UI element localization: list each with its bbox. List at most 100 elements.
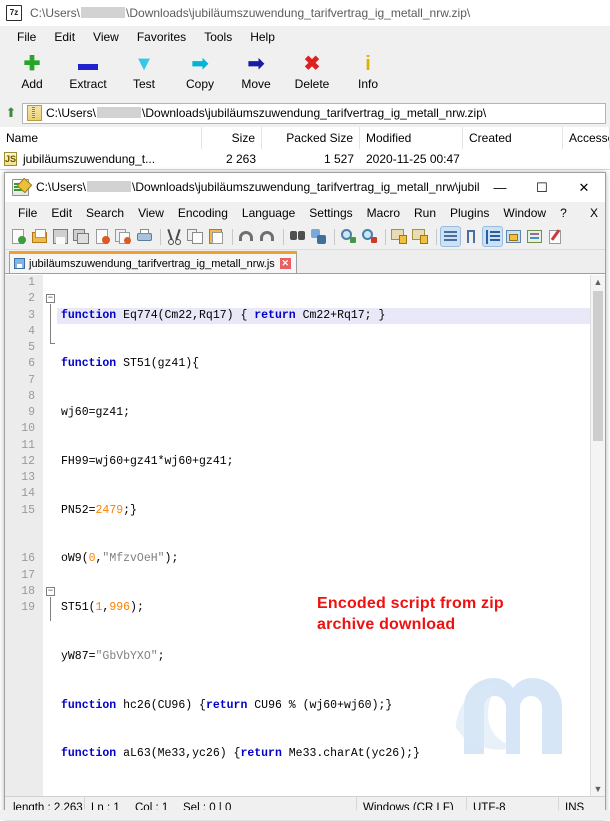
code-line-7: ST51(1,996);	[57, 600, 591, 616]
function-list-icon[interactable]	[546, 227, 565, 246]
sync-vertical-scroll-icon[interactable]	[390, 227, 409, 246]
npp-menu-plugins[interactable]: Plugins	[443, 204, 496, 222]
redo-icon[interactable]	[258, 227, 277, 246]
sevenzip-menubar: File Edit View Favorites Tools Help	[0, 26, 610, 48]
column-header-created[interactable]: Created	[463, 127, 563, 149]
fold-tail	[50, 343, 55, 344]
toolbar-move-button[interactable]: ➡ Move	[228, 48, 284, 92]
column-header-name[interactable]: Name	[0, 127, 202, 149]
toolbar-test-label: Test	[116, 77, 172, 92]
fold-bar	[50, 304, 51, 343]
column-header-size[interactable]: Size	[202, 127, 262, 149]
scroll-down-icon[interactable]: ▼	[591, 782, 605, 796]
replace-icon[interactable]	[309, 227, 328, 246]
paste-icon[interactable]	[207, 227, 226, 246]
indent-guide-icon[interactable]	[483, 227, 502, 246]
tab-close-icon[interactable]: ✕	[280, 258, 291, 269]
arrow-right-solid-icon: ➡	[228, 51, 284, 77]
column-header-packed-size[interactable]: Packed Size	[262, 127, 360, 149]
menu-view[interactable]: View	[84, 28, 128, 46]
find-icon[interactable]	[288, 227, 307, 246]
bottom-horizontal-scrollbar[interactable]	[0, 810, 610, 820]
npp-menu-encoding[interactable]: Encoding	[171, 204, 235, 222]
npp-menu-language[interactable]: Language	[235, 204, 302, 222]
minus-bar-icon: ▬	[60, 51, 116, 77]
code-text[interactable]: function Eq774(Cm22,Rq17) { return Cm22+…	[57, 275, 591, 796]
maximize-button[interactable]: ☐	[521, 174, 563, 201]
sevenzip-title-suffix: \Downloads\jubiläumszuwendung_tarifvertr…	[126, 6, 470, 20]
line-number: 19	[5, 600, 43, 616]
menu-tools[interactable]: Tools	[195, 28, 241, 46]
fold-collapse-icon[interactable]: −	[46, 294, 55, 303]
toolbar-extract-button[interactable]: ▬ Extract	[60, 48, 116, 92]
fold-collapse-icon-2[interactable]: −	[46, 587, 55, 596]
user-defined-language-icon[interactable]	[504, 227, 523, 246]
sync-horizontal-scroll-icon[interactable]	[411, 227, 430, 246]
code-line-8: yW87="GbVbYXO";	[57, 649, 591, 665]
npp-menu-settings[interactable]: Settings	[302, 204, 359, 222]
code-editor[interactable]: 1 2 3 4 5 6 7 8 9 10 11 12 13 14 15 16 1…	[5, 274, 605, 796]
minimize-button[interactable]: —	[479, 174, 521, 201]
document-close-icon[interactable]: X	[583, 204, 605, 222]
redacted-username	[81, 7, 125, 18]
close-button[interactable]: ✕	[563, 174, 605, 201]
code-line-9: function hc26(CU96) {return CU96 % (wj60…	[57, 698, 591, 714]
cut-icon[interactable]	[165, 227, 184, 246]
npp-menu-file[interactable]: File	[11, 204, 44, 222]
menu-file[interactable]: File	[8, 28, 45, 46]
zoom-out-icon[interactable]	[360, 227, 379, 246]
line-number: 17	[5, 568, 43, 584]
line-number-gutter: 1 2 3 4 5 6 7 8 9 10 11 12 13 14 15 16 1…	[5, 275, 44, 796]
column-header-modified[interactable]: Modified	[360, 127, 463, 149]
toolbar-test-button[interactable]: ▼ Test	[116, 48, 172, 92]
npp-menu-view[interactable]: View	[131, 204, 171, 222]
save-all-icon[interactable]	[72, 227, 91, 246]
npp-menu-window[interactable]: Window	[496, 204, 553, 222]
column-header-accessed[interactable]: Accesse	[563, 127, 610, 149]
word-wrap-icon[interactable]	[441, 227, 460, 246]
toolbar-extract-label: Extract	[60, 77, 116, 92]
toolbar-add-button[interactable]: ✚ Add	[4, 48, 60, 92]
zoom-in-icon[interactable]	[339, 227, 358, 246]
scroll-up-icon[interactable]: ▲	[591, 275, 605, 289]
npp-menu-search[interactable]: Search	[79, 204, 131, 222]
line-number: 9	[5, 405, 43, 421]
toolbar-copy-button[interactable]: ➡ Copy	[172, 48, 228, 92]
npp-menu-macro[interactable]: Macro	[360, 204, 407, 222]
menu-help[interactable]: Help	[241, 28, 284, 46]
toolbar-separator-1	[160, 229, 161, 245]
editor-vertical-scrollbar[interactable]: ▲ ▼	[590, 275, 605, 796]
menu-edit[interactable]: Edit	[45, 28, 84, 46]
toolbar-delete-button[interactable]: ✖ Delete	[284, 48, 340, 92]
menu-favorites[interactable]: Favorites	[128, 28, 195, 46]
close-file-icon[interactable]	[93, 227, 112, 246]
npp-menu-help[interactable]: ?	[553, 204, 574, 222]
scrollbar-thumb[interactable]	[593, 291, 603, 441]
zip-file-icon	[27, 105, 42, 121]
line-number: 1	[5, 275, 43, 291]
npp-menu-edit[interactable]: Edit	[44, 204, 79, 222]
show-all-characters-icon[interactable]	[462, 227, 481, 246]
print-icon[interactable]	[135, 227, 154, 246]
document-map-icon[interactable]	[525, 227, 544, 246]
toolbar-info-label: Info	[340, 77, 396, 92]
code-folding-column[interactable]: − −	[43, 275, 57, 796]
close-all-files-icon[interactable]	[114, 227, 133, 246]
npp-menu-run[interactable]: Run	[407, 204, 443, 222]
folder-up-icon[interactable]: ⬆	[0, 105, 22, 121]
undo-icon[interactable]	[237, 227, 256, 246]
open-file-icon[interactable]	[30, 227, 49, 246]
table-row[interactable]: JS jubiläumszuwendung_t... 2 263 1 527 2…	[0, 149, 610, 169]
info-icon: i	[340, 51, 396, 77]
save-icon[interactable]	[51, 227, 70, 246]
cell-packed-size: 1 527	[262, 149, 360, 169]
tab-jubilaeumszuwendung-js[interactable]: jubiläumszuwendung_tarifvertrag_ig_metal…	[9, 251, 297, 273]
code-line-4: FH99=wj60+gz41*wj60+gz41;	[57, 454, 591, 470]
toolbar-separator-2	[232, 229, 233, 245]
address-input[interactable]: C:\Users\\Downloads\jubiläumszuwendung_t…	[22, 103, 606, 124]
copy-icon[interactable]	[186, 227, 205, 246]
toolbar-separator-5	[385, 229, 386, 245]
toolbar-info-button[interactable]: i Info	[340, 48, 396, 92]
js-script-file-icon: JS	[4, 152, 17, 166]
new-file-icon[interactable]	[9, 227, 28, 246]
